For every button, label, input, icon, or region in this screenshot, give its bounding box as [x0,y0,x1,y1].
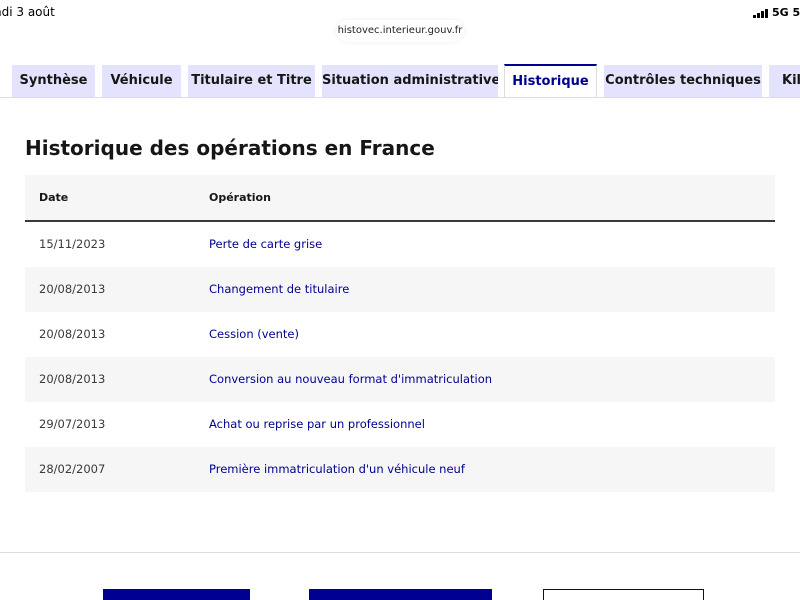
table-row: 29/07/2013 Achat ou reprise par un profe… [25,402,775,447]
row-date: 28/02/2007 [39,462,106,476]
tab-bar: Synthèse Véhicule Titulaire et Titre Sit… [0,64,800,98]
network-indicator: 5G 5( [772,6,800,19]
row-date: 15/11/2023 [39,237,106,251]
table-header: Date Opération [25,175,775,222]
column-header-date: Date [39,191,69,204]
address-bar[interactable]: histovec.interieur.gouv.fr [336,20,464,42]
tab-historique[interactable]: Historique [504,64,597,97]
tab-controles-techniques[interactable]: Contrôles techniques [604,65,762,97]
secondary-primary-action-button[interactable] [309,589,492,600]
primary-action-button[interactable] [103,589,250,600]
table-row: 20/08/2013 Cession (vente) [25,312,775,357]
tab-kilometrage[interactable]: Kilo [769,65,800,97]
signal-icon [753,9,769,18]
row-operation[interactable]: Cession (vente) [209,327,299,341]
row-operation[interactable]: Première immatriculation d'un véhicule n… [209,462,465,476]
tab-synthese[interactable]: Synthèse [12,65,95,97]
row-date: 29/07/2013 [39,417,106,431]
status-time: ndi 3 août [0,5,55,19]
column-header-operation: Opération [209,191,271,204]
outline-action-button[interactable] [543,589,704,600]
row-date: 20/08/2013 [39,372,106,386]
table-body: 15/11/2023 Perte de carte grise 20/08/20… [25,222,775,492]
row-date: 20/08/2013 [39,327,106,341]
row-operation[interactable]: Achat ou reprise par un professionnel [209,417,425,431]
page: ndi 3 août 5G 5( histovec.interieur.gouv… [0,0,800,600]
tab-titulaire-titre[interactable]: Titulaire et Titre [188,65,315,97]
history-table: Date Opération 15/11/2023 Perte de carte… [25,175,775,492]
row-operation[interactable]: Perte de carte grise [209,237,322,251]
page-title: Historique des opérations en France [25,136,435,160]
table-row: 20/08/2013 Conversion au nouveau format … [25,357,775,402]
row-operation[interactable]: Conversion au nouveau format d'immatricu… [209,372,492,386]
table-row: 28/02/2007 Première immatriculation d'un… [25,447,775,492]
table-row: 15/11/2023 Perte de carte grise [25,222,775,267]
row-operation[interactable]: Changement de titulaire [209,282,349,296]
row-date: 20/08/2013 [39,282,106,296]
table-row: 20/08/2013 Changement de titulaire [25,267,775,312]
tab-situation-administrative[interactable]: Situation administrative [322,65,498,97]
tab-vehicule[interactable]: Véhicule [102,65,181,97]
